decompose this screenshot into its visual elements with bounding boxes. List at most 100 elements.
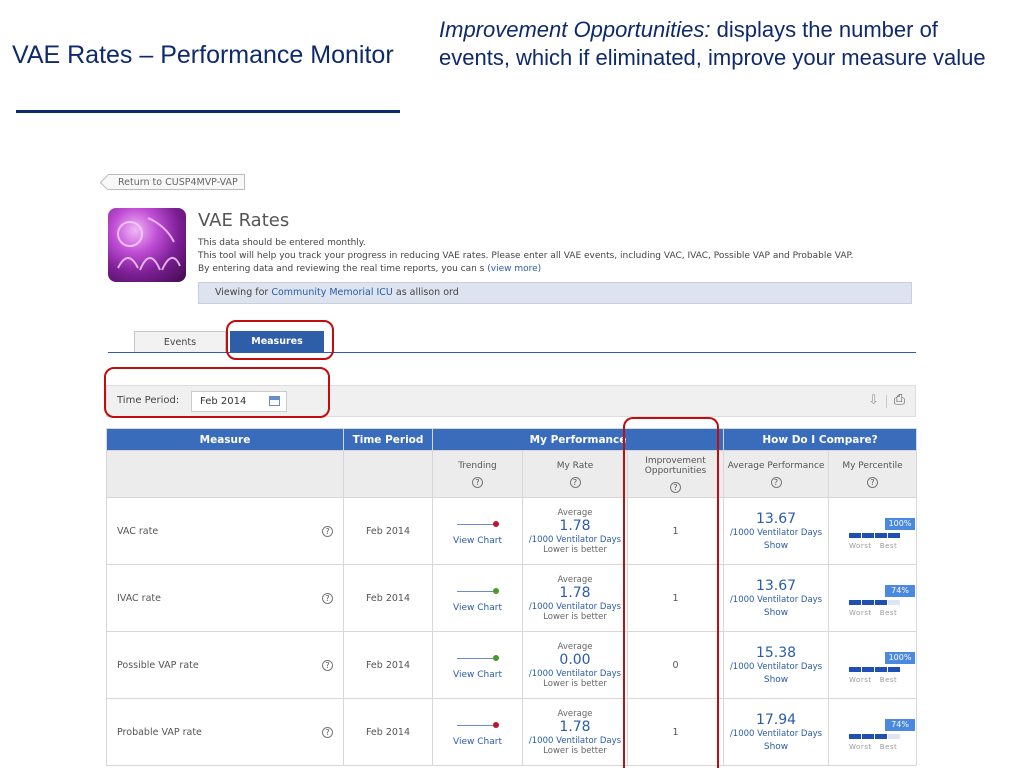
viewing-bar: Viewing for Community Memorial ICU as al…	[198, 282, 912, 304]
viewing-suffix: as allison ord	[392, 287, 459, 298]
percentile-segment	[862, 667, 875, 672]
trend-line	[457, 524, 495, 525]
table-body: VAC rate? Feb 2014 View Chart Average 1.78/1…	[106, 497, 918, 766]
measure-name: IVAC rate	[117, 592, 161, 604]
average-unit: /1000 Ventilator Days	[729, 528, 823, 538]
app-title: VAE Rates	[198, 210, 290, 231]
worst-best-label: Worst Best	[849, 609, 897, 617]
my-rate-cell: Average 0.00/1000 Ventilator Days Lower is…	[522, 631, 628, 699]
worst-label: Worst	[849, 542, 872, 550]
average-cell: 13.67/1000 Ventilator Days Show	[723, 564, 830, 632]
percentile-badge: 74%	[885, 719, 916, 731]
vae-logo-icon	[108, 208, 186, 282]
highlight-improvement-column	[623, 417, 719, 768]
percentile-cell: 100% Worst Best	[828, 631, 918, 699]
percentile-cell: 74% Worst Best	[828, 564, 918, 632]
average-value: 17.94	[755, 712, 797, 728]
rate-unit: /1000 Ventilator Days	[528, 668, 622, 679]
highlight-time-period	[104, 367, 330, 418]
show-link[interactable]: Show	[724, 675, 828, 685]
col-measure: Measure	[106, 428, 344, 451]
tab-events[interactable]: Events	[134, 331, 226, 353]
note-emphasis: Improvement Opportunities:	[439, 17, 711, 42]
rate-value: 1.78	[559, 584, 591, 601]
period-cell: Feb 2014	[343, 631, 433, 699]
percentile-bar	[849, 664, 901, 674]
rate-unit: /1000 Ventilator Days	[528, 735, 622, 746]
help-icon[interactable]: ?	[770, 476, 782, 488]
view-more-link[interactable]: (view more)	[487, 264, 541, 274]
period-cell: Feb 2014	[343, 497, 433, 565]
trend-dot	[493, 655, 499, 661]
average-unit: /1000 Ventilator Days	[729, 729, 823, 739]
percentile-segment	[875, 734, 888, 739]
measure-cell: VAC rate?	[106, 497, 344, 565]
rate-value: 1.78	[559, 718, 591, 735]
highlight-measures-tab	[226, 320, 334, 360]
view-chart-link[interactable]: View Chart	[433, 670, 522, 680]
col-compare: How Do I Compare?	[723, 428, 918, 451]
my-rate-label: My Rate	[556, 460, 594, 471]
rate-unit: /1000 Ventilator Days	[528, 534, 622, 545]
help-icon[interactable]: ?	[867, 476, 879, 488]
percentile-badge: 100%	[885, 652, 916, 664]
measure-cell: IVAC rate?	[106, 564, 344, 632]
period-cell: Feb 2014	[343, 564, 433, 632]
trend-cell: View Chart	[432, 698, 523, 766]
percentile-bar	[849, 530, 901, 540]
return-link[interactable]: Return to CUSP4MVP-VAP	[108, 174, 245, 190]
help-icon[interactable]: ?	[322, 526, 333, 537]
table-row: IVAC rate? Feb 2014 View Chart Average 1.78/…	[106, 564, 918, 632]
trend-dot	[493, 588, 499, 594]
trend-cell: View Chart	[432, 631, 523, 699]
average-value: 15.38	[755, 645, 797, 661]
percentile-segment	[888, 734, 901, 739]
trend-line	[457, 658, 495, 659]
unit-link[interactable]: Community Memorial ICU	[271, 287, 393, 298]
show-link[interactable]: Show	[724, 742, 828, 752]
rate-note: Lower is better	[543, 678, 607, 689]
toolbar-separator	[886, 395, 887, 408]
show-link[interactable]: Show	[724, 608, 828, 618]
help-icon[interactable]: ?	[322, 593, 333, 604]
print-icon[interactable]: ⎙	[894, 392, 905, 408]
help-icon[interactable]: ?	[569, 476, 581, 488]
rate-label: Average	[557, 574, 593, 585]
view-chart-link[interactable]: View Chart	[433, 737, 522, 747]
help-icon[interactable]: ?	[322, 660, 333, 671]
help-icon[interactable]: ?	[322, 727, 333, 738]
best-label: Best	[879, 676, 898, 684]
percentile-segment	[849, 734, 862, 739]
view-chart-link[interactable]: View Chart	[433, 603, 522, 613]
rate-note: Lower is better	[543, 544, 607, 555]
sub-my-rate: My Rate?	[522, 450, 628, 498]
show-link[interactable]: Show	[724, 541, 828, 551]
rate-label: Average	[557, 641, 593, 652]
percentile-segment	[862, 533, 875, 538]
help-icon[interactable]: ?	[472, 476, 483, 488]
desc-line-1: This data should be entered monthly.	[198, 238, 366, 248]
rate-unit: /1000 Ventilator Days	[528, 601, 622, 612]
average-value: 13.67	[755, 511, 797, 527]
table-row: VAC rate? Feb 2014 View Chart Average 1.78/1…	[106, 497, 918, 565]
measure-name: Probable VAP rate	[117, 726, 202, 738]
trend-dot	[493, 521, 499, 527]
worst-label: Worst	[849, 609, 872, 617]
view-chart-link[interactable]: View Chart	[433, 536, 522, 546]
trend-cell: View Chart	[432, 497, 523, 565]
measure-cell: Possible VAP rate?	[106, 631, 344, 699]
sub-empty-1	[106, 450, 344, 498]
average-unit: /1000 Ventilator Days	[729, 662, 823, 672]
percentile-segment	[849, 533, 862, 538]
worst-label: Worst	[849, 743, 872, 751]
best-label: Best	[879, 609, 898, 617]
average-cell: 15.38/1000 Ventilator Days Show	[723, 631, 830, 699]
download-icon[interactable]: ⇩	[868, 393, 879, 408]
slide-note: Improvement Opportunities: displays the …	[439, 16, 1009, 72]
col-time-period: Time Period	[343, 428, 433, 451]
rate-note: Lower is better	[543, 745, 607, 756]
sub-trending: Trending?	[432, 450, 523, 498]
desc-line-3-text: By entering data and reviewing the real …	[198, 264, 485, 274]
percentile-bar	[849, 731, 901, 741]
percentile-badge: 100%	[885, 518, 916, 530]
